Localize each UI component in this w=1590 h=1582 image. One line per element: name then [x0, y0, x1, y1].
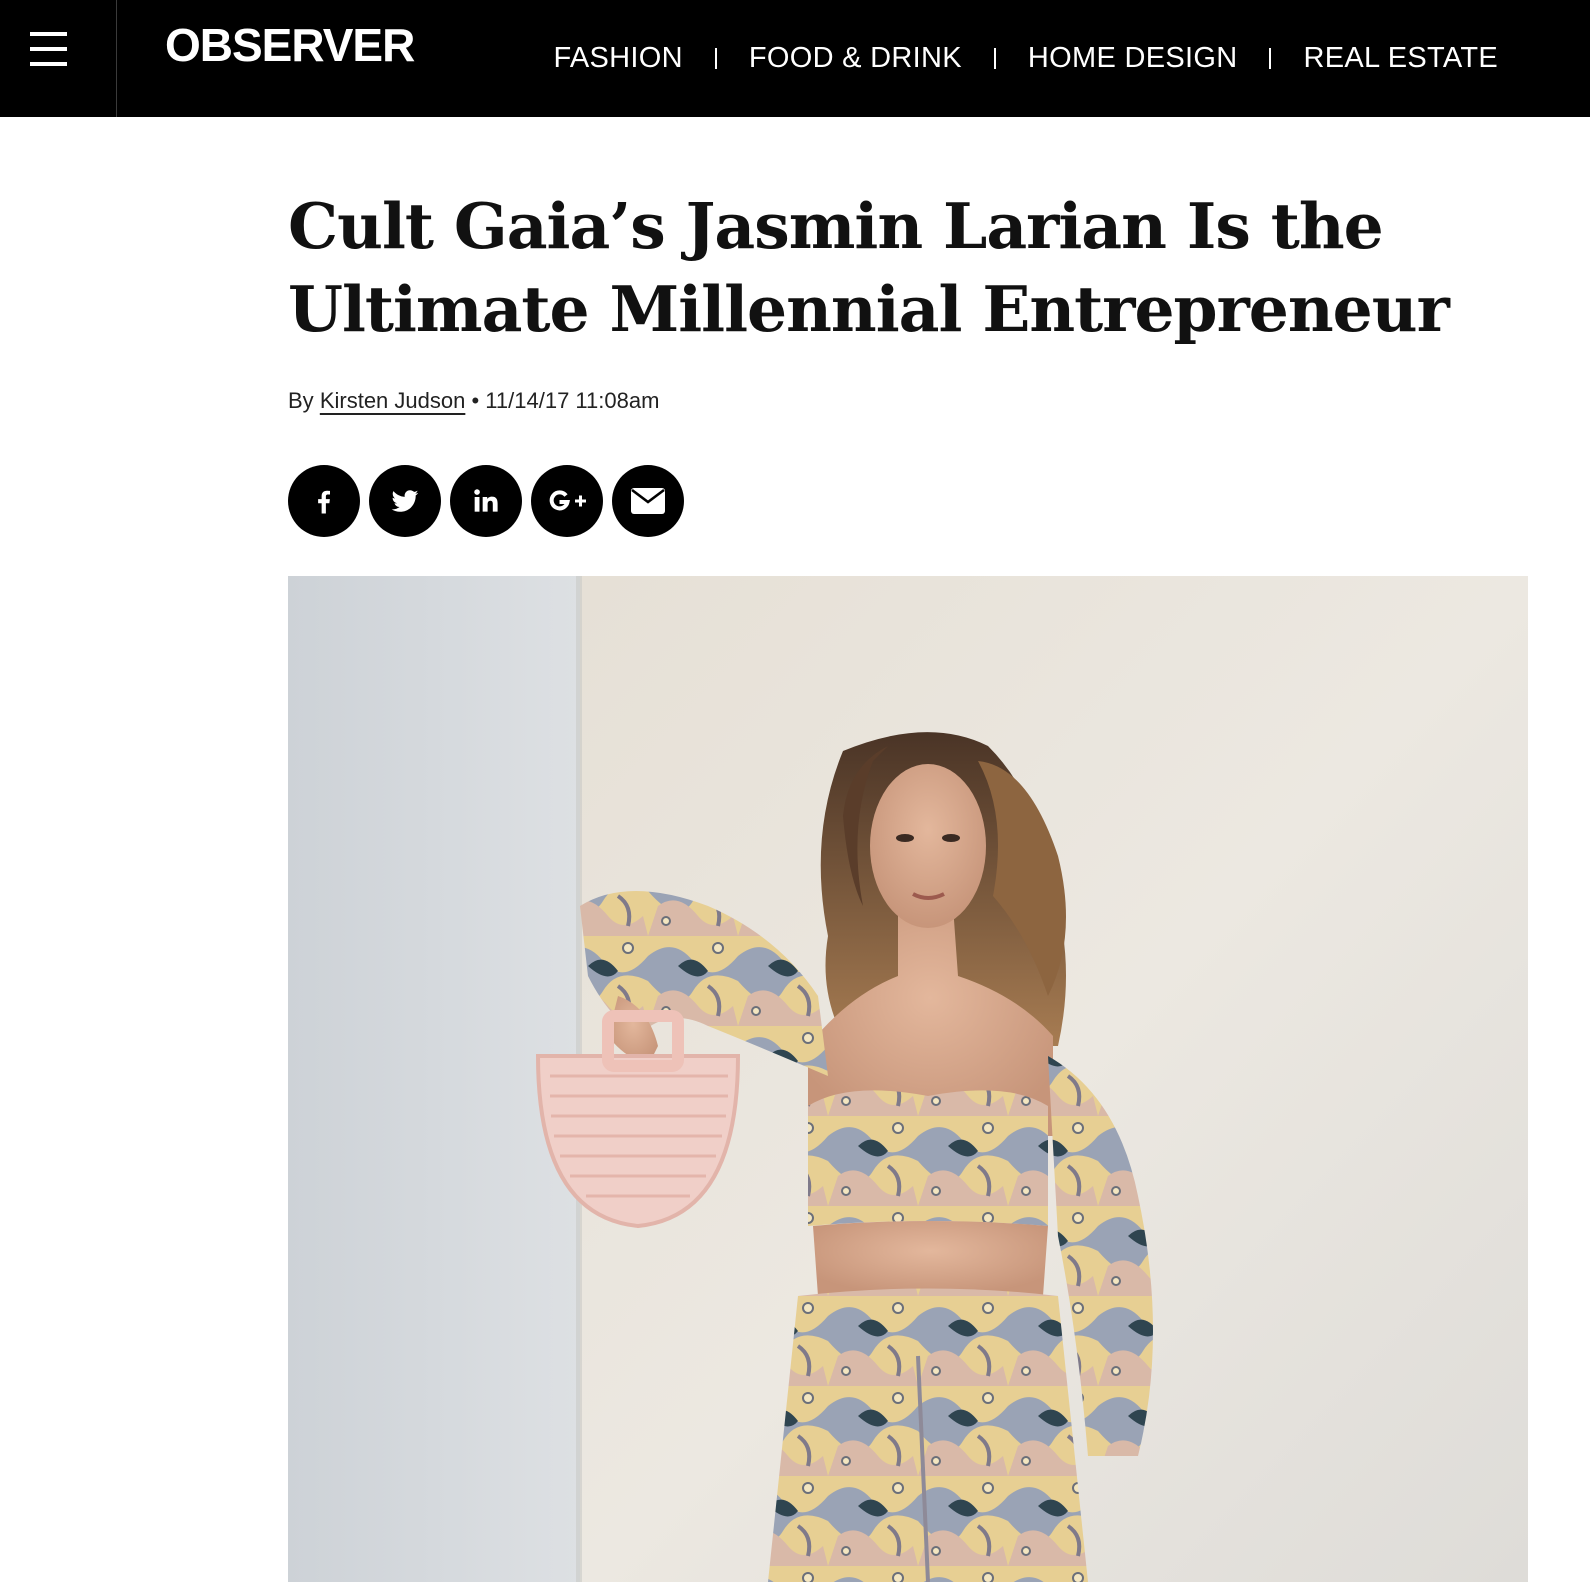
share-email-button[interactable]: [612, 465, 684, 537]
author-link[interactable]: Kirsten Judson: [320, 388, 466, 413]
article-title: Cult Gaia’s Jasmin Larian Is the Ultimat…: [288, 189, 1450, 346]
twitter-icon: [391, 490, 419, 512]
share-facebook-button[interactable]: [288, 465, 360, 537]
linkedin-icon: [474, 489, 498, 512]
article-byline: By Kirsten Judson • 11/14/17 11:08am: [288, 388, 659, 414]
share-linkedin-button[interactable]: [450, 465, 522, 537]
site-logo[interactable]: OBSERVER: [165, 22, 415, 68]
publish-date: 11/14/17 11:08am: [485, 388, 660, 413]
share-twitter-button[interactable]: [369, 465, 441, 537]
share-buttons: [288, 465, 684, 537]
nav-divider: [1269, 48, 1272, 69]
nav-divider: [714, 48, 717, 69]
facebook-icon: [318, 490, 330, 514]
nav-link-home-design[interactable]: HOME DESIGN: [1028, 42, 1238, 75]
nav-link-food-drink[interactable]: FOOD & DRINK: [749, 42, 962, 75]
hero-photo: [288, 576, 1528, 1582]
nav-link-real-estate[interactable]: REAL ESTATE: [1303, 42, 1498, 75]
share-google-plus-button[interactable]: [531, 465, 603, 537]
byline-separator: •: [471, 388, 480, 413]
section-nav: FASHION FOOD & DRINK HOME DESIGN REAL ES…: [553, 0, 1498, 117]
nav-link-fashion[interactable]: FASHION: [553, 42, 682, 75]
top-nav-bar: OBSERVER FASHION FOOD & DRINK HOME DESIG…: [0, 0, 1590, 117]
google-plus-icon: [549, 490, 586, 511]
byline-prefix: By: [288, 388, 314, 413]
email-icon: [631, 488, 665, 514]
hamburger-menu-button[interactable]: [0, 0, 117, 117]
model-fashion-photo: [288, 576, 1528, 1582]
nav-divider: [993, 48, 996, 69]
